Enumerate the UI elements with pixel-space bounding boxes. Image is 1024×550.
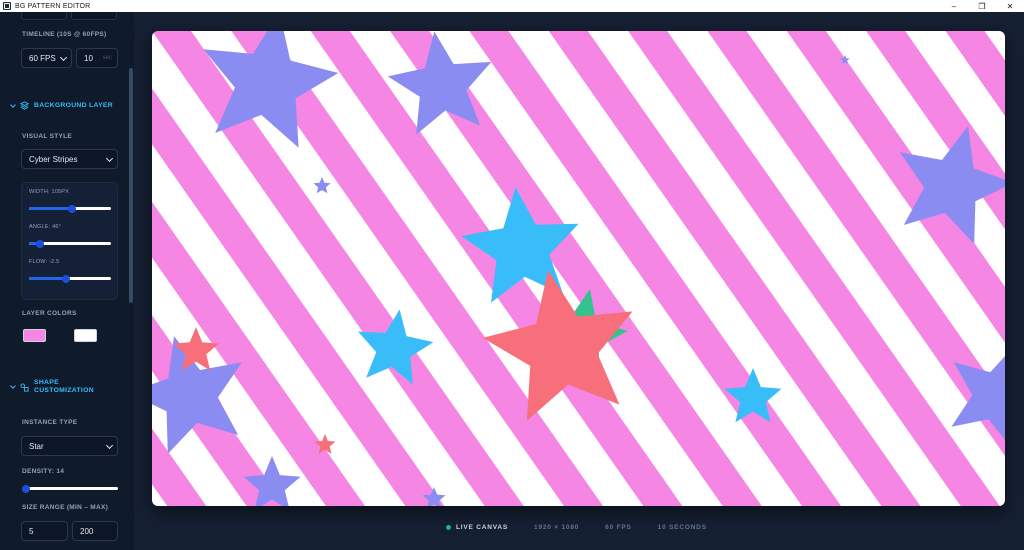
instance-type-select[interactable]: Star <box>21 436 118 456</box>
live-indicator-dot <box>446 525 451 530</box>
timeline-label: TIMELINE (10S @ 60FPS) <box>22 31 107 38</box>
instance-type-value: Star <box>29 441 44 451</box>
pattern-canvas <box>152 31 1005 506</box>
angle-slider-handle[interactable] <box>35 239 44 248</box>
collapse-caret-icon <box>10 383 16 389</box>
minimize-icon[interactable]: – <box>940 0 968 12</box>
chevron-down-icon <box>105 154 114 163</box>
status-bar: LIVE CANVAS 1920 × 1080 60 FPS 10 SECOND… <box>446 524 733 531</box>
density-label: DENSITY: 14 <box>22 468 65 475</box>
chevron-down-icon <box>105 441 114 450</box>
main-area: LIVE CANVAS 1920 × 1080 60 FPS 10 SECOND… <box>134 12 1024 550</box>
top-field-right[interactable] <box>71 12 117 20</box>
background-sliders-panel: WIDTH: 105PX ANGLE: 46° FLOW: -2.5 <box>21 182 118 300</box>
status-fps: 60 FPS <box>605 524 632 531</box>
close-icon[interactable]: ✕ <box>996 0 1024 12</box>
fps-select-value: 60 FPS <box>29 53 56 63</box>
flow-slider-handle[interactable] <box>61 274 70 283</box>
shapes-icon <box>20 382 29 392</box>
width-slider-label: WIDTH: 105PX <box>29 189 69 195</box>
angle-slider-label: ANGLE: 46° <box>29 224 62 230</box>
fps-select[interactable]: 60 FPS <box>21 48 72 68</box>
instance-type-label: INSTANCE TYPE <box>22 419 78 426</box>
app-icon <box>3 2 11 10</box>
sidebar: TIMELINE (10S @ 60FPS) 60 FPS 10 sec BAC… <box>0 12 134 550</box>
shape-customization-title: SHAPE CUSTOMIZATION <box>34 379 94 395</box>
width-slider-fill <box>29 207 72 210</box>
visual-style-value: Cyber Stripes <box>29 154 78 164</box>
size-min-input[interactable]: 5 <box>21 521 68 541</box>
visual-style-select[interactable]: Cyber Stripes <box>21 149 118 169</box>
size-range-label: SIZE RANGE (MIN – MAX) <box>22 504 109 511</box>
duration-input[interactable]: 10 sec <box>76 48 118 68</box>
status-resolution: 1920 × 1080 <box>534 524 580 531</box>
background-color-swatch[interactable] <box>74 329 97 342</box>
stripe-color-swatch[interactable] <box>23 329 46 342</box>
duration-input-value: 10 <box>84 53 93 63</box>
flow-slider-label: FLOW: -2.5 <box>29 259 60 265</box>
live-canvas[interactable] <box>152 31 1005 506</box>
density-slider-handle[interactable] <box>21 484 30 493</box>
background-layer-title: BACKGROUND LAYER <box>34 101 113 109</box>
shape-title-line2: CUSTOMIZATION <box>34 387 94 394</box>
title-bar: BG PATTERN EDITOR – ❐ ✕ <box>0 0 1024 12</box>
chevron-down-icon <box>59 53 68 62</box>
width-slider-handle[interactable] <box>67 204 76 213</box>
size-max-value: 200 <box>80 526 94 536</box>
window-title: BG PATTERN EDITOR <box>15 2 91 10</box>
flow-slider-fill <box>29 277 66 280</box>
collapse-caret-icon <box>10 101 16 108</box>
flow-slider[interactable] <box>29 274 111 283</box>
size-min-value: 5 <box>29 526 34 536</box>
size-max-input[interactable]: 200 <box>72 521 118 541</box>
status-live: LIVE CANVAS <box>456 524 509 531</box>
background-layer-header[interactable]: BACKGROUND LAYER <box>10 101 113 110</box>
maximize-icon[interactable]: ❐ <box>968 0 996 12</box>
window-controls: – ❐ ✕ <box>940 0 1024 12</box>
sidebar-scrollbar[interactable] <box>129 68 133 303</box>
layers-icon <box>20 101 29 110</box>
duration-suffix: sec <box>102 55 112 61</box>
angle-slider[interactable] <box>29 239 111 248</box>
shape-customization-header[interactable]: SHAPE CUSTOMIZATION <box>10 379 94 395</box>
top-field-left[interactable] <box>21 12 67 20</box>
status-duration: 10 SECONDS <box>657 524 707 531</box>
shape-title-line1: SHAPE <box>34 379 59 386</box>
density-slider[interactable] <box>21 484 118 493</box>
top-cut-off-fields <box>21 12 117 20</box>
width-slider[interactable] <box>29 204 111 213</box>
layer-colors-label: LAYER COLORS <box>22 310 77 317</box>
visual-style-label: VISUAL STYLE <box>22 133 73 140</box>
